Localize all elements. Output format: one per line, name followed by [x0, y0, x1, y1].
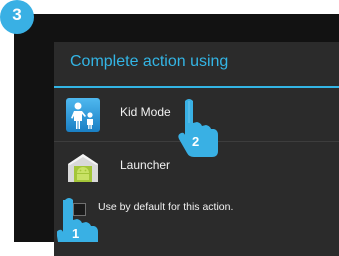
- step-2-number: 2: [192, 134, 200, 149]
- tutorial-illustration: Complete action using Kid Mode Launcher …: [0, 0, 339, 256]
- android-launcher-icon: [68, 154, 98, 182]
- dialog-title: Complete action using: [70, 53, 229, 70]
- use-by-default-label: Use by default for this action.: [98, 201, 234, 213]
- step-1-number: 1: [72, 226, 80, 241]
- kid-mode-app-icon: [66, 98, 100, 132]
- title-divider: [54, 86, 339, 88]
- option-label: Launcher: [120, 158, 171, 172]
- option-label: Kid Mode: [120, 105, 171, 119]
- step-number-badge: 3: [0, 0, 34, 34]
